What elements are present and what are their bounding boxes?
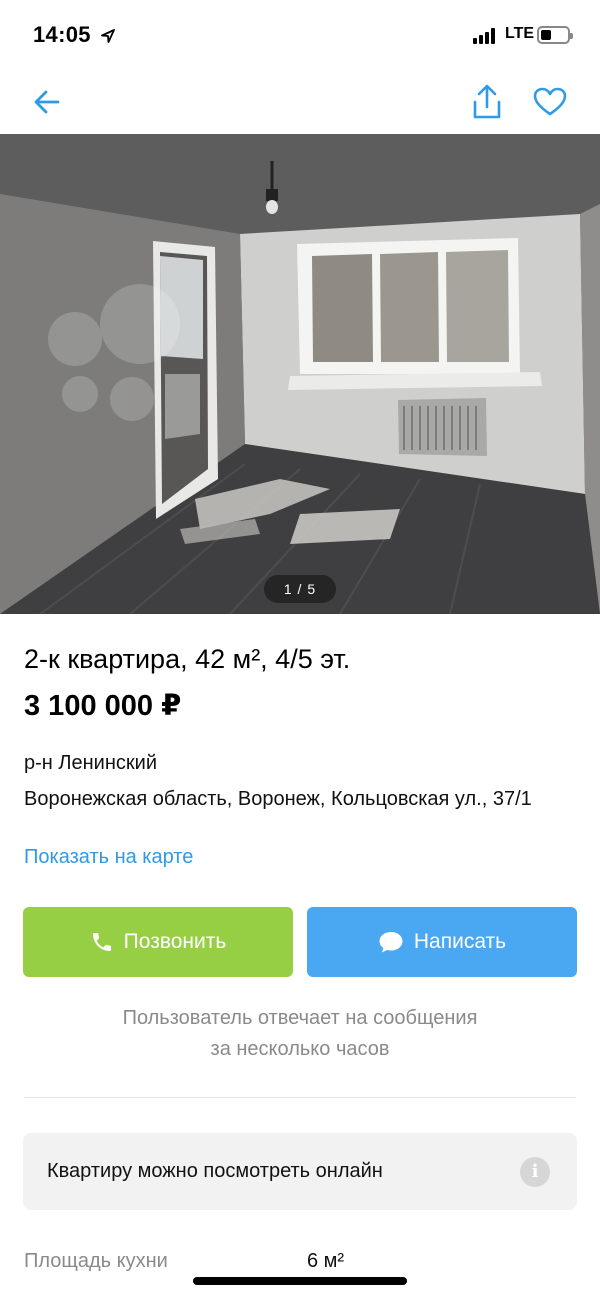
heart-icon[interactable] (533, 87, 567, 117)
message-button[interactable]: Написать (307, 907, 577, 977)
message-button-label: Написать (413, 930, 507, 953)
battery-icon (537, 26, 573, 44)
call-button[interactable]: Позвонить (23, 907, 293, 977)
clock: 14:05 (33, 22, 91, 47)
signal-icon (473, 28, 499, 44)
nav-bar (0, 70, 600, 134)
network-type: LTE (505, 25, 535, 42)
reply-note-line-2: за несколько часов (210, 1038, 390, 1060)
chat-bubble-icon (379, 932, 403, 953)
divider (24, 1097, 576, 1098)
listing-title: 2-к квартира, 42 м², 4/5 эт. (24, 644, 351, 674)
share-icon[interactable] (470, 84, 504, 120)
show-on-map-link[interactable]: Показать на карте (24, 846, 193, 869)
listing-address: Воронежская область, Воронеж, Кольцовска… (24, 788, 532, 810)
status-bar: 14:05 LTE (0, 0, 600, 70)
reply-note-line-1: Пользователь отвечает на сообщения (122, 1007, 478, 1029)
arrow-left-icon[interactable] (32, 87, 62, 117)
online-viewing-text: Квартиру можно посмотреть онлайн (47, 1160, 383, 1182)
call-button-label: Позвонить (123, 930, 227, 953)
status-time: 14:05 (33, 22, 116, 48)
home-indicator (193, 1277, 407, 1285)
param-label-kitchen-area: Площадь кухни (24, 1250, 168, 1272)
param-value-kitchen-area: 6 м² (307, 1250, 345, 1272)
info-icon[interactable]: i (520, 1157, 550, 1187)
room-image (0, 134, 600, 614)
listing-price: 3 100 000 ₽ (24, 690, 182, 722)
reply-time-note: Пользователь отвечает на сообщения за не… (0, 1003, 600, 1065)
phone-icon (92, 933, 111, 951)
listing-district: р-н Ленинский (24, 752, 157, 774)
location-arrow-icon (101, 29, 116, 44)
online-viewing-banner[interactable]: Квартиру можно посмотреть онлайн i (23, 1133, 577, 1210)
photo-counter: 1 / 5 (264, 575, 336, 603)
listing-photo[interactable]: 1 / 5 (0, 134, 600, 614)
